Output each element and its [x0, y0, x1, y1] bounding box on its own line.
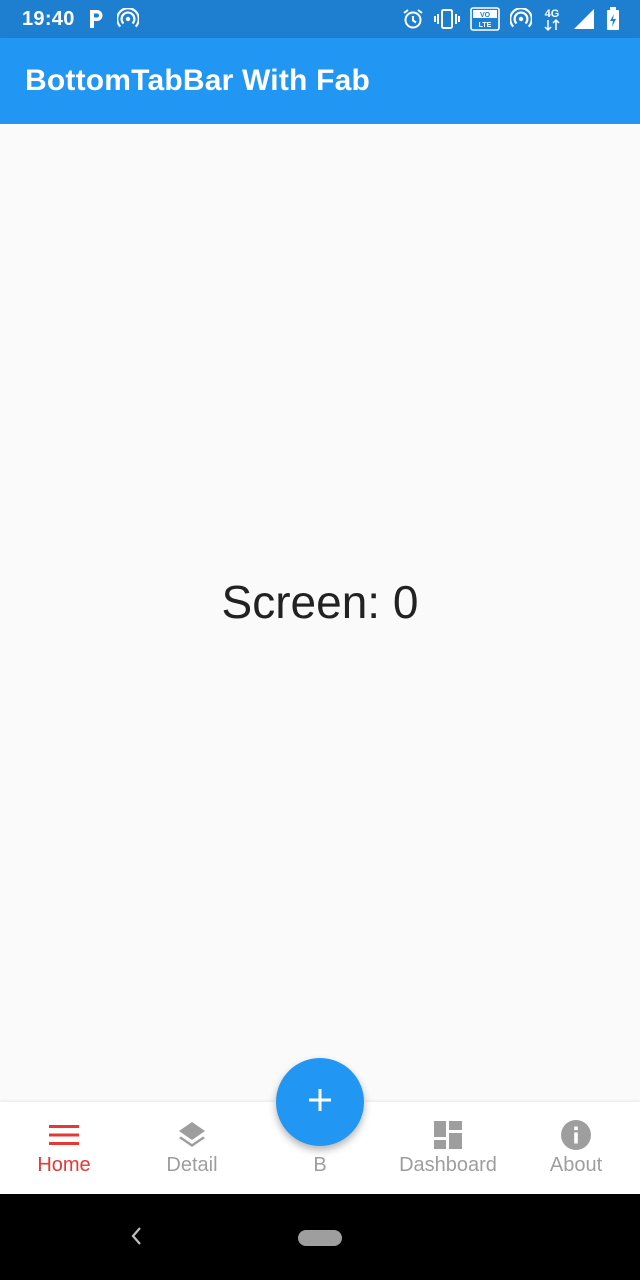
- 4g-icon: 4G: [542, 6, 562, 32]
- parking-icon: [87, 9, 105, 29]
- tab-detail[interactable]: Detail: [128, 1102, 256, 1194]
- system-nav-bar: [0, 1194, 640, 1280]
- status-bar: 19:40 VO LTE 4G: [0, 0, 640, 38]
- tab-b-label: B: [313, 1154, 327, 1176]
- info-icon: [560, 1119, 592, 1151]
- hotspot-icon: [510, 8, 532, 30]
- app-title: BottomTabBar With Fab: [25, 64, 371, 97]
- battery-icon: [606, 7, 620, 31]
- tab-dashboard[interactable]: Dashboard: [384, 1102, 512, 1194]
- hotspot-icon: [116, 8, 139, 30]
- svg-text:VO: VO: [480, 12, 491, 19]
- svg-text:4G: 4G: [545, 8, 560, 20]
- main-content: Screen: 0: [0, 124, 640, 1102]
- tab-detail-label: Detail: [166, 1154, 218, 1176]
- tab-home-label: Home: [37, 1154, 91, 1176]
- home-pill[interactable]: [298, 1230, 342, 1246]
- fab-add-button[interactable]: [276, 1058, 364, 1146]
- app-bar: BottomTabBar With Fab: [0, 38, 640, 124]
- tab-home[interactable]: Home: [0, 1102, 128, 1194]
- signal-icon: [572, 8, 596, 30]
- tab-dashboard-label: Dashboard: [399, 1154, 497, 1176]
- menu-icon: [49, 1119, 79, 1151]
- svg-text:LTE: LTE: [479, 22, 492, 29]
- back-icon[interactable]: [128, 1224, 144, 1253]
- dashboard-icon: [433, 1119, 463, 1151]
- alarm-icon: [402, 8, 424, 30]
- status-time: 19:40: [22, 7, 75, 30]
- add-icon: [307, 1087, 333, 1118]
- layers-icon: [177, 1119, 207, 1151]
- tab-about-label: About: [549, 1154, 603, 1176]
- tab-about[interactable]: About: [512, 1102, 640, 1194]
- volte-icon: VO LTE: [470, 7, 500, 31]
- vibrate-icon: [434, 8, 460, 30]
- screen-label: Screen: 0: [221, 576, 419, 628]
